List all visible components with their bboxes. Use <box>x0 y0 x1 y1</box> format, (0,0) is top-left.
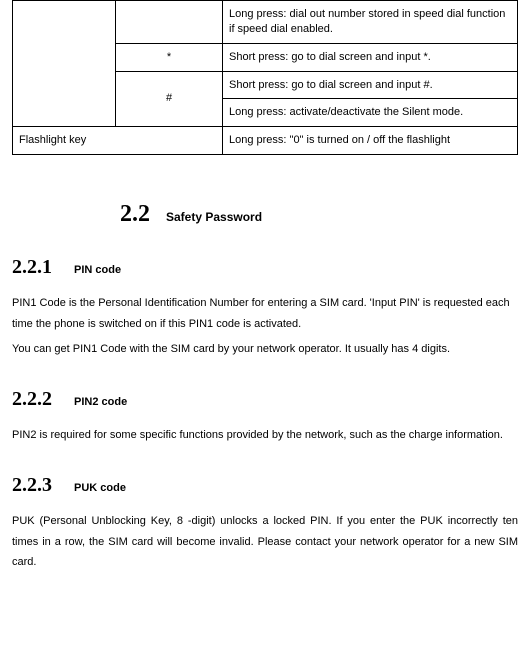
keys-table: Long press: dial out number stored in sp… <box>12 0 518 155</box>
paragraph: You can get PIN1 Code with the SIM card … <box>12 339 518 360</box>
section-2-2-heading: 2.2 Safety Password <box>120 201 518 228</box>
section-2-2-1-heading: 2.2.1 PIN code <box>12 256 518 279</box>
section-2-2-2-heading: 2.2.2 PIN2 code <box>12 388 518 411</box>
section-2-2-3-heading: 2.2.3 PUK code <box>12 474 518 497</box>
section-number: 2.2.3 <box>12 474 52 497</box>
cell-desc: Short press: go to dial screen and input… <box>223 43 518 71</box>
table-row: Flashlight key Long press: "0" is turned… <box>13 127 518 155</box>
paragraph: PUK (Personal Unblocking Key, 8 -digit) … <box>12 511 518 574</box>
paragraph: PIN1 Code is the Personal Identification… <box>12 293 518 335</box>
cell-key-flashlight: Flashlight key <box>13 127 223 155</box>
section-number: 2.2.1 <box>12 256 52 279</box>
cell-sym-star: * <box>116 43 223 71</box>
cell-desc: Long press: "0" is turned on / off the f… <box>223 127 518 155</box>
section-title: Safety Password <box>166 210 262 224</box>
cell-sym-blank <box>116 1 223 44</box>
paragraph: PIN2 is required for some specific funct… <box>12 425 518 446</box>
section-number: 2.2.2 <box>12 388 52 411</box>
cell-sym-hash: # <box>116 71 223 127</box>
table-row: Long press: dial out number stored in sp… <box>13 1 518 44</box>
section-title: PIN code <box>74 264 121 276</box>
cell-desc: Long press: activate/deactivate the Sile… <box>223 99 518 127</box>
section-number: 2.2 <box>120 201 150 228</box>
cell-desc: Long press: dial out number stored in sp… <box>223 1 518 44</box>
section-title: PIN2 code <box>74 396 127 408</box>
section-title: PUK code <box>74 482 126 494</box>
cell-desc: Short press: go to dial screen and input… <box>223 71 518 99</box>
cell-key-blank <box>13 1 116 127</box>
